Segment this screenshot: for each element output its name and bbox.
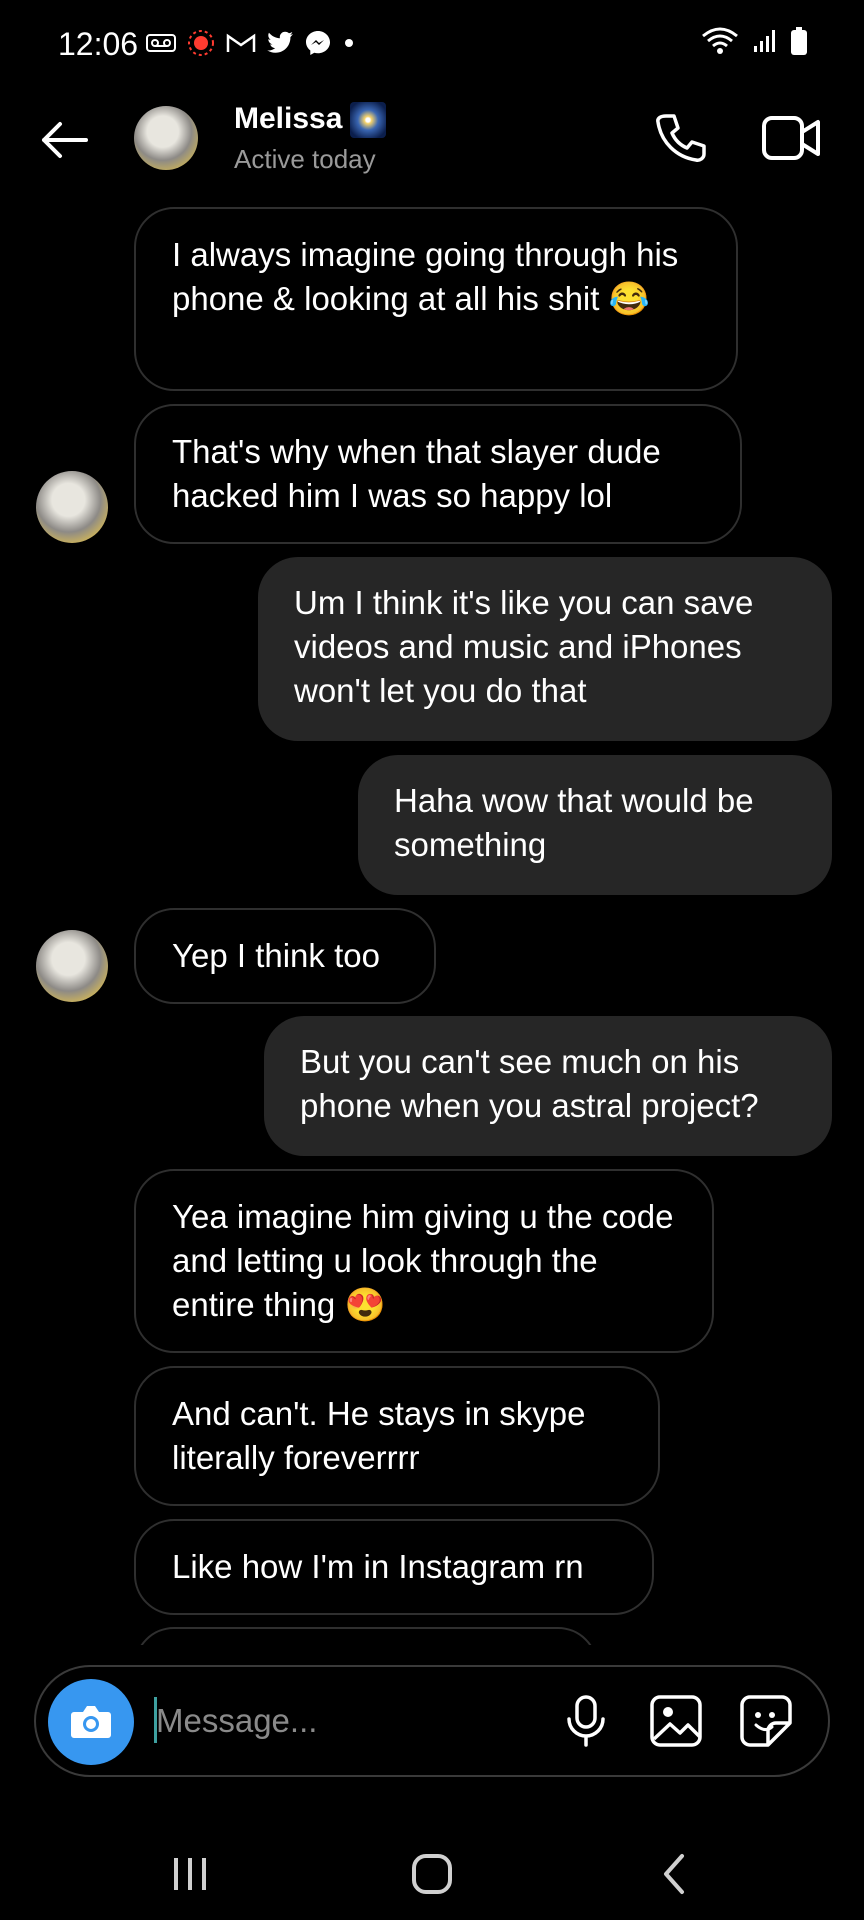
camera-icon (71, 1706, 111, 1738)
message-text: I always imagine going through his phone… (172, 236, 679, 317)
microphone-icon[interactable] (556, 1691, 616, 1751)
contact-name-row[interactable]: Melissa (234, 102, 387, 139)
contact-avatar[interactable] (134, 106, 198, 170)
message-text: Yea imagine him giving u the code and le… (172, 1198, 674, 1323)
sparkle-emoji-icon (350, 102, 387, 139)
message-bubble[interactable]: Yea imagine him giving u the code and le… (134, 1169, 714, 1353)
voicemail-icon (146, 34, 176, 52)
battery-icon (791, 27, 807, 55)
message-bubble[interactable]: Yep I think too (134, 908, 436, 1004)
gmail-icon (226, 33, 256, 52)
signal-icon (754, 30, 775, 52)
video-camera-icon[interactable] (760, 108, 824, 168)
sender-avatar[interactable] (36, 471, 108, 543)
message-text: And can't. He stays in skype literally f… (172, 1395, 586, 1476)
home-icon[interactable] (402, 1844, 462, 1904)
message-bubble[interactable]: I always imagine going through his phone… (134, 207, 738, 391)
system-nav-bar (0, 1820, 864, 1920)
message-text: Like how I'm in Instagram rn (172, 1548, 584, 1585)
back-icon[interactable] (644, 1844, 704, 1904)
message-bubble[interactable]: Like how I'm in Instagram rn (134, 1519, 654, 1615)
message-bubble[interactable]: Haha wow that would be something (358, 755, 832, 895)
message-text: Haha wow that would be something (394, 782, 754, 863)
messenger-icon (306, 31, 330, 55)
status-time: 12:06 (58, 26, 139, 62)
back-arrow-icon[interactable] (36, 112, 92, 168)
chat-header: Melissa Active today (0, 90, 864, 210)
contact-status: Active today (234, 144, 376, 174)
message-input[interactable] (154, 1689, 558, 1753)
wifi-icon (702, 27, 738, 54)
gallery-icon[interactable] (646, 1691, 706, 1751)
twitter-icon (267, 31, 293, 53)
message-text: But you can't see much on his phone when… (300, 1043, 759, 1124)
message-composer (34, 1665, 830, 1777)
message-text: Yep I think too (172, 937, 380, 974)
message-text: That's why when that slayer dude hacked … (172, 433, 661, 514)
message-list[interactable]: I always imagine going through his phone… (0, 205, 864, 1645)
message-bubble-partial[interactable] (134, 1627, 598, 1645)
contact-name[interactable]: Melissa (234, 102, 342, 135)
recording-icon (188, 30, 214, 56)
sender-avatar[interactable] (36, 930, 108, 1002)
phone-icon[interactable] (650, 108, 710, 168)
message-text: Um I think it's like you can save videos… (294, 584, 754, 709)
message-bubble[interactable]: But you can't see much on his phone when… (264, 1016, 832, 1156)
camera-button[interactable] (48, 1679, 134, 1765)
sticker-icon[interactable] (736, 1691, 796, 1751)
dot-icon (345, 39, 353, 47)
message-bubble[interactable]: Um I think it's like you can save videos… (258, 557, 832, 741)
system-status-icons (700, 26, 808, 56)
message-bubble[interactable]: And can't. He stays in skype literally f… (134, 1366, 660, 1506)
notification-icons (146, 28, 356, 58)
message-bubble[interactable]: That's why when that slayer dude hacked … (134, 404, 742, 544)
recents-icon[interactable] (160, 1844, 220, 1904)
status-bar: 12:06 (0, 0, 864, 90)
